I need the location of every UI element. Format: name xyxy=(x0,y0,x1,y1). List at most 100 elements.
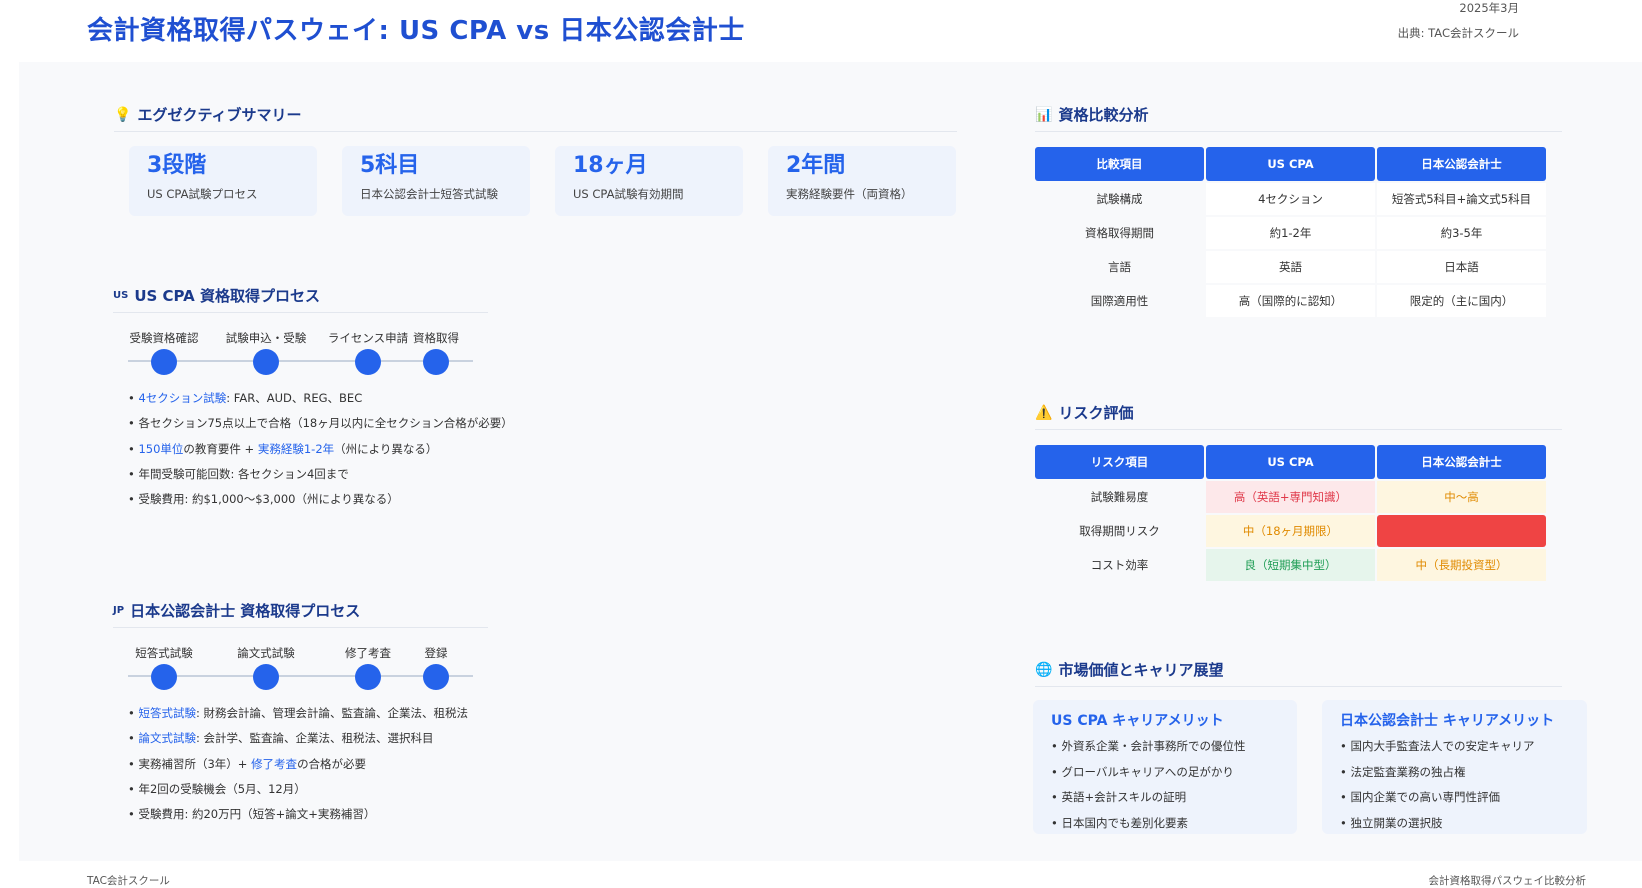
risk-level-cell: 中〜高 xyxy=(1377,481,1546,513)
step-label: 登録 xyxy=(424,646,448,660)
list-item: • 年間受験可能回数: 各セクション4回まで xyxy=(128,466,349,481)
us-process-heading: US US CPA 資格取得プロセス xyxy=(113,285,488,313)
list-item: • 各セクション75点以上で合格（18ヶ月以内に全セクション合格が必要） xyxy=(128,416,513,431)
list-item: • 受験費用: 約$1,000〜$3,000（州により異なる） xyxy=(128,492,399,507)
card-title: US CPA キャリアメリット xyxy=(1051,713,1224,729)
list-item: • 独立開業の選択肢 xyxy=(1340,815,1443,830)
column-header: 日本公認会計士 xyxy=(1377,147,1546,181)
list-item: • 法定監査業務の独占権 xyxy=(1340,764,1466,779)
footer-left: TAC会計スクール xyxy=(87,875,170,887)
us-flag-icon: US xyxy=(113,290,129,301)
list-item: • 短答式試験: 財務会計論、管理会計論、監査論、企業法、租税法 xyxy=(128,706,468,720)
risk-level-cell: 良（短期集中型） xyxy=(1206,549,1375,581)
step-label: 修了考査 xyxy=(345,646,391,660)
step-dot xyxy=(355,664,381,690)
table-cell: 資格取得期間 xyxy=(1035,217,1204,249)
globe-icon: 🌐 xyxy=(1035,661,1053,678)
risk-item: 試験難易度 xyxy=(1035,481,1204,513)
risk-table: リスク項目 US CPA 日本公認会計士 試験難易度 高（英語+専門知識） 中〜… xyxy=(1033,443,1548,583)
column-header: リスク項目 xyxy=(1035,445,1204,479)
risk-level-cell: 中（18ヶ月期限） xyxy=(1206,515,1375,547)
risk-level-cell: 中（長期投資型） xyxy=(1377,549,1546,581)
comparison-heading: 📊 資格比較分析 xyxy=(1035,104,1562,132)
column-header: US CPA xyxy=(1206,445,1375,479)
table-cell: 約3-5年 xyxy=(1377,217,1546,249)
comparison-heading-text: 資格比較分析 xyxy=(1058,106,1149,124)
table-row: コスト効率 良（短期集中型） 中（長期投資型） xyxy=(1035,549,1546,581)
table-cell: 短答式5科目+論文式5科目 xyxy=(1377,183,1546,215)
card-title: 日本公認会計士 キャリアメリット xyxy=(1340,713,1555,729)
us-process-bullets: • 4セクション試験: FAR、AUD、REG、BEC • 各セクション75点以… xyxy=(128,386,513,512)
jp-process-heading-text: 日本公認会計士 資格取得プロセス xyxy=(130,602,361,620)
risk-item: コスト効率 xyxy=(1035,549,1204,581)
list-item: • 実務補習所（3年）+ 修了考査の合格が必要 xyxy=(128,756,367,771)
step-dot xyxy=(253,349,279,375)
report-date: 2025年3月 xyxy=(1459,1,1519,15)
list-item: • 4セクション試験: FAR、AUD、REG、BEC xyxy=(128,391,363,405)
step-label: ライセンス申請 xyxy=(327,331,409,345)
list-item: • 150単位の教育要件 + 実務経験1-2年（州により異なる） xyxy=(128,441,438,456)
table-row: 取得期間リスク 中（18ヶ月期限） xyxy=(1035,515,1546,547)
table-row: 国際適用性 高（国際的に認知） 限定的（主に国内） xyxy=(1035,285,1546,317)
list-item: • 日本国内でも差別化要素 xyxy=(1051,815,1188,830)
table-row: 試験構成 4セクション 短答式5科目+論文式5科目 xyxy=(1035,183,1546,215)
warning-icon: ⚠️ xyxy=(1035,404,1053,421)
career-card-us: US CPA キャリアメリット • 外資系企業・会計事務所での優位性 • グロー… xyxy=(1033,700,1297,834)
risk-level-cell xyxy=(1377,515,1546,547)
table-cell: 限定的（主に国内） xyxy=(1377,285,1546,317)
comparison-table: 比較項目 US CPA 日本公認会計士 試験構成 4セクション 短答式5科目+論… xyxy=(1033,145,1548,319)
list-item: • 受験費用: 約20万円（短答+論文+実務補習） xyxy=(128,807,376,822)
risk-heading: ⚠️ リスク評価 xyxy=(1035,402,1562,430)
kpi-card: 18ヶ月 US CPA試験有効期間 xyxy=(555,146,743,216)
step-dot xyxy=(151,664,177,690)
kpi-card: 5科目 日本公認会計士短答式試験 xyxy=(342,146,530,216)
page-title: 会計資格取得パスウェイ: US CPA vs 日本公認会計士 xyxy=(87,16,745,46)
career-heading: 🌐 市場価値とキャリア展望 xyxy=(1035,659,1562,687)
list-item: • 国内企業での高い専門性評価 xyxy=(1340,790,1500,804)
table-cell: 英語 xyxy=(1206,251,1375,283)
list-item: • 年2回の受験機会（5月、12月） xyxy=(128,781,306,796)
kpi-label: US CPA試験プロセス xyxy=(147,187,258,201)
summary-heading-text: エグゼクティブサマリー xyxy=(137,106,302,124)
risk-item: 取得期間リスク xyxy=(1035,515,1204,547)
table-row: 試験難易度 高（英語+専門知識） 中〜高 xyxy=(1035,481,1546,513)
jp-process-bullets: • 短答式試験: 財務会計論、管理会計論、監査論、企業法、租税法 • 論文式試験… xyxy=(128,701,468,827)
column-header: 比較項目 xyxy=(1035,147,1204,181)
kpi-card: 3段階 US CPA試験プロセス xyxy=(129,146,317,216)
table-cell: 国際適用性 xyxy=(1035,285,1204,317)
kpi-label: US CPA試験有効期間 xyxy=(573,187,684,201)
kpi-value: 18ヶ月 xyxy=(573,153,648,178)
kpi-label: 実務経験要件（両資格） xyxy=(786,187,913,201)
jp-flag-icon: JP xyxy=(113,605,125,616)
column-header: US CPA xyxy=(1206,147,1375,181)
kpi-value: 2年間 xyxy=(786,153,846,178)
us-process-heading-text: US CPA 資格取得プロセス xyxy=(134,287,320,305)
summary-heading: 💡 エグゼクティブサマリー xyxy=(114,104,957,132)
step-dot xyxy=(423,349,449,375)
column-header: 日本公認会計士 xyxy=(1377,445,1546,479)
step-dot xyxy=(151,349,177,375)
table-row: 資格取得期間 約1-2年 約3-5年 xyxy=(1035,217,1546,249)
list-item: • 論文式試験: 会計学、監査論、企業法、租税法、選択科目 xyxy=(128,731,434,746)
table-cell: 高（国際的に認知） xyxy=(1206,285,1375,317)
table-cell: 言語 xyxy=(1035,251,1204,283)
table-header-row: 比較項目 US CPA 日本公認会計士 xyxy=(1035,147,1546,181)
table-header-row: リスク項目 US CPA 日本公認会計士 xyxy=(1035,445,1546,479)
kpi-card: 2年間 実務経験要件（両資格） xyxy=(768,146,956,216)
timeline-line xyxy=(128,360,473,362)
list-item: • 外資系企業・会計事務所での優位性 xyxy=(1051,739,1246,753)
career-card-jp: 日本公認会計士 キャリアメリット • 国内大手監査法人での安定キャリア • 法定… xyxy=(1322,700,1587,834)
step-label: 論文式試験 xyxy=(237,646,295,660)
table-cell: 試験構成 xyxy=(1035,183,1204,215)
step-label: 短答式試験 xyxy=(135,646,193,660)
table-cell: 4セクション xyxy=(1206,183,1375,215)
table-row: 言語 英語 日本語 xyxy=(1035,251,1546,283)
list-item: • グローバルキャリアへの足がかり xyxy=(1051,764,1234,779)
kpi-value: 5科目 xyxy=(360,153,420,178)
kpi-value: 3段階 xyxy=(147,153,207,178)
us-process-steps: 受験資格確認 試験申込・受験 ライセンス申請 資格取得 xyxy=(128,330,473,380)
step-label: 資格取得 xyxy=(413,331,459,345)
table-cell: 約1-2年 xyxy=(1206,217,1375,249)
list-item: • 英語+会計スキルの証明 xyxy=(1051,790,1187,804)
lightbulb-icon: 💡 xyxy=(114,106,132,123)
